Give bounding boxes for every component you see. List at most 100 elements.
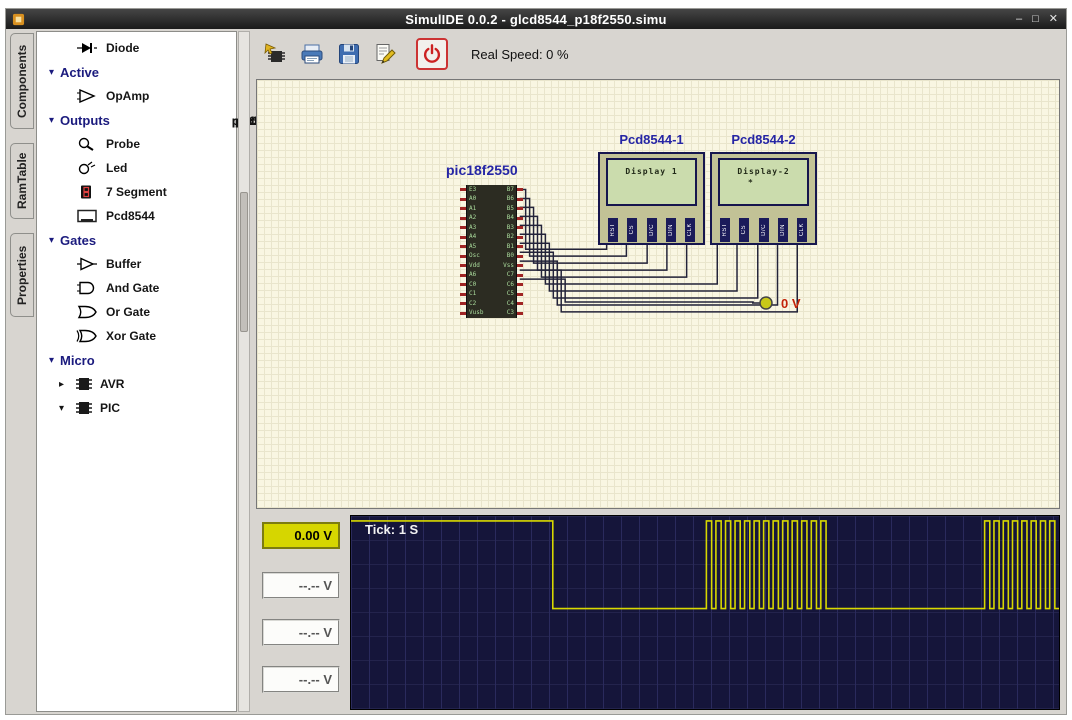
mcu-pin-label: C1 (469, 291, 476, 297)
pcd8544-display-2[interactable]: Display-2 * RST CS D/C DIN CLK (710, 152, 817, 245)
mcu-pin-label: A2 (469, 215, 476, 221)
display-pin-label: CS (741, 225, 747, 234)
oscilloscope[interactable]: Tick: 1 S (350, 515, 1060, 710)
mcu-pin-row: E3 B7 (460, 185, 523, 195)
tree-category-gates[interactable]: ▾ Gates (37, 228, 236, 252)
mcu-pin-label: A1 (469, 206, 476, 212)
tab-properties[interactable]: Properties (10, 233, 34, 317)
probe-icon[interactable] (752, 295, 782, 311)
mcu-pin-stub (517, 283, 523, 286)
display-pin-label: CLK (687, 223, 693, 236)
save-icon[interactable] (334, 39, 364, 69)
tree-category-active[interactable]: ▾ Active (37, 60, 236, 84)
caret-right-icon: ▸ (55, 379, 68, 390)
xor-gate-icon (75, 329, 99, 343)
tab-components[interactable]: Components (10, 33, 34, 129)
tree-item-pcd8544[interactable]: Pcd8544 (37, 204, 236, 228)
caret-down-icon: ▾ (45, 235, 58, 246)
mcu-pin-label: A5 (469, 244, 476, 250)
chip-icon (72, 401, 96, 415)
tick-label: Tick: 1 S (365, 522, 418, 537)
tree-category-outputs[interactable]: ▾ Outputs (37, 108, 236, 132)
main-area: Real Speed: 0 % (252, 29, 1066, 714)
tree-item-and-gate[interactable]: And Gate (37, 276, 236, 300)
led-icon (75, 161, 99, 175)
tree-item-label: Xor Gate (106, 329, 156, 343)
tree-item-or-gate[interactable]: Or Gate (37, 300, 236, 324)
display-pin-label: CS (629, 225, 635, 234)
app-icon (12, 13, 25, 26)
mcu-pin-label: Vusb (469, 310, 483, 316)
mcu-pin-label: B5 (507, 206, 514, 212)
tree-scrollbar[interactable] (238, 31, 250, 712)
probe-value: 0 V (781, 296, 801, 311)
scope-channel-3-value[interactable]: --.-- V (262, 619, 340, 646)
tree-item-pic16f886[interactable]: pic16f886 (209, 114, 237, 132)
tree-item-opamp[interactable]: OpAmp (37, 84, 236, 108)
tree-item-pic[interactable]: ▾ PIC (37, 396, 236, 420)
toolbar: Real Speed: 0 % (256, 29, 1060, 79)
minimize-button[interactable]: – (1016, 14, 1022, 25)
tree-item-diode[interactable]: Diode (37, 36, 236, 60)
display-pin: CS (739, 218, 749, 242)
mcu-pin-row: A4B2 (460, 233, 523, 243)
tree-category-label: Active (60, 65, 99, 80)
tree-item-led[interactable]: Led (37, 156, 236, 180)
display-pin-label: DIN (780, 224, 786, 236)
mcu-pin-label: E3 (469, 187, 476, 193)
mcu-pin-row: C0C6 (460, 280, 523, 290)
power-icon[interactable] (416, 38, 448, 70)
mcu-pin-stub (517, 245, 523, 248)
circuit-canvas[interactable]: pic18f2550 E3B7 A0B6 A1B5 A2B4 A3B3 A4B2… (256, 79, 1060, 509)
display-2-pins: RST CS D/C DIN CLK (714, 218, 813, 243)
display-1-pins: RST CS D/C DIN CLK (602, 218, 701, 243)
mcu-pin-row: C1C5 (460, 290, 523, 300)
edit-icon[interactable] (371, 39, 401, 69)
maximize-button[interactable]: □ (1032, 14, 1039, 25)
diode-icon (75, 41, 99, 55)
mcu-pin-stub (517, 293, 523, 296)
tree-item-label: Probe (106, 137, 140, 151)
opamp-icon (75, 89, 99, 103)
tree-item-label: Pcd8544 (106, 209, 155, 223)
mcu-pin-label: Osc (469, 253, 480, 259)
mcu-pin-row: OscB0 (460, 252, 523, 262)
mcu-pin-label: A3 (469, 225, 476, 231)
mcu-pin-label: B7 (507, 187, 514, 193)
display-pin-label: D/C (649, 224, 655, 236)
mcu-pin-stub (517, 312, 523, 315)
pcd8544-display-1[interactable]: Display 1 RST CS D/C DIN CLK (598, 152, 705, 245)
mcu-pin-stub (517, 217, 523, 220)
open-icon[interactable] (297, 39, 327, 69)
display-2-screen: Display-2 * (718, 158, 809, 206)
mcu-pin-label: C6 (507, 282, 514, 288)
scope-channel-2-value[interactable]: --.-- V (262, 572, 340, 599)
load-firmware-icon[interactable] (260, 39, 290, 69)
mcu-pin-label: Vdd (469, 263, 480, 269)
scrollbar-thumb[interactable] (240, 192, 248, 332)
seven-segment-icon (75, 185, 99, 199)
mcu-pic18f2550[interactable]: E3B7 A0B6 A1B5 A2B4 A3B3 A4B2 A5B1 OscB0… (460, 185, 523, 318)
tree-item-xor-gate[interactable]: Xor Gate (37, 324, 236, 348)
display-2-label: Pcd8544-2 (710, 132, 817, 147)
scope-trace (351, 516, 1059, 709)
tree-item-buffer[interactable]: Buffer (37, 252, 236, 276)
scope-channel-4-value[interactable]: --.-- V (262, 666, 340, 693)
scope-channel-1-value[interactable]: 0.00 V (262, 522, 340, 549)
tree-item-probe[interactable]: Probe (37, 132, 236, 156)
chip-icon (72, 377, 96, 391)
caret-down-icon: ▾ (45, 355, 58, 366)
tree-item-label: Diode (106, 41, 139, 55)
titlebar[interactable]: SimulIDE 0.0.2 - glcd8544_p18f2550.simu … (6, 9, 1066, 29)
tab-ramtable[interactable]: RamTable (10, 143, 34, 219)
close-button[interactable]: ✕ (1049, 14, 1058, 25)
tree-category-micro[interactable]: ▾ Micro (37, 348, 236, 372)
tree-item-avr[interactable]: ▸ AVR (37, 372, 236, 396)
display-pin: RST (608, 218, 618, 242)
tree-item-7segment[interactable]: 7 Segment (37, 180, 236, 204)
mcu-pin-stub (517, 264, 523, 267)
mcu-pin-label: C7 (507, 272, 514, 278)
display-pin: CLK (797, 218, 807, 242)
display-1-label: Pcd8544-1 (598, 132, 705, 147)
or-gate-icon (75, 305, 99, 319)
